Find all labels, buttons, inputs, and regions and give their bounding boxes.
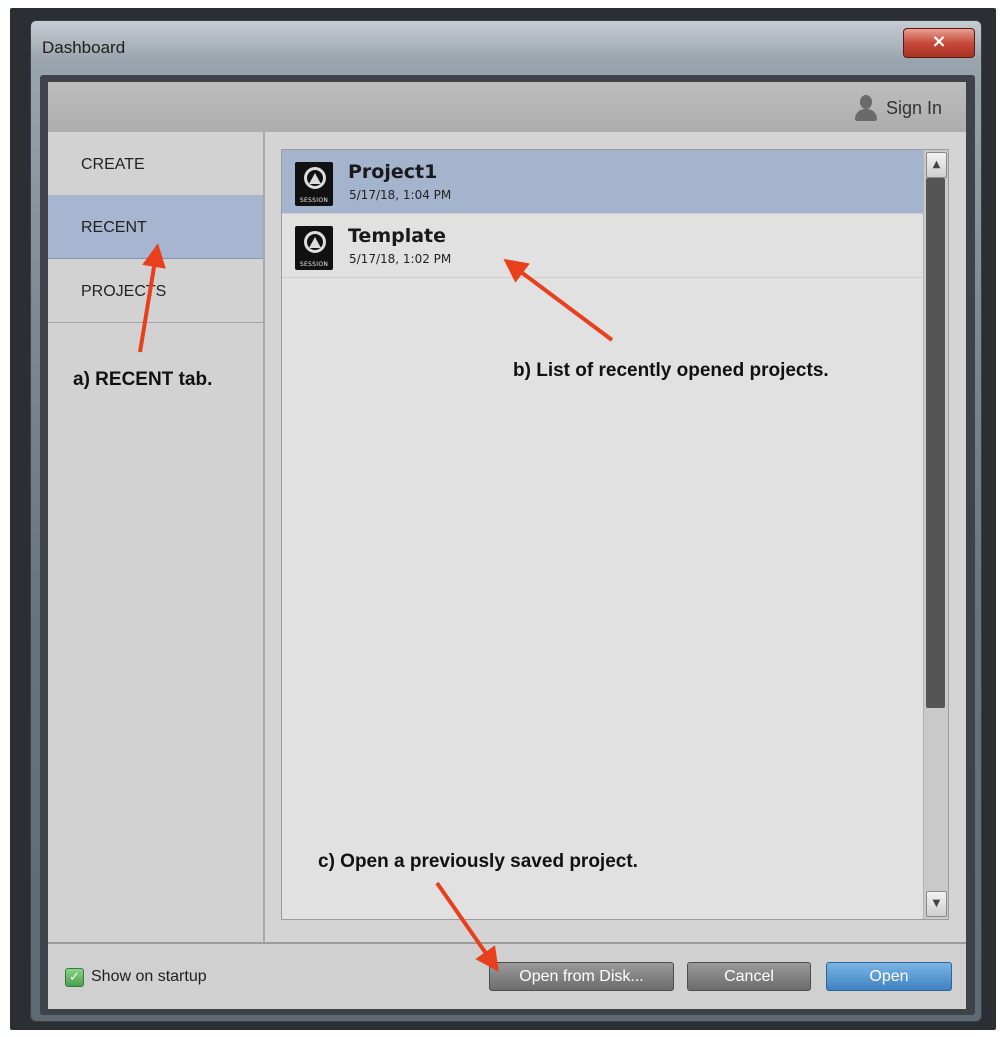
open-from-disk-button[interactable]: Open from Disk...	[489, 962, 674, 991]
annotation-a: a) RECENT tab.	[73, 369, 213, 390]
tab-label: PROJECTS	[81, 283, 167, 300]
footer-bar: ✓ Show on startup Open from Disk... Canc…	[48, 942, 966, 1009]
project-name: Template	[348, 225, 447, 247]
show-on-startup-label: Show on startup	[91, 968, 207, 985]
scroll-down-button[interactable]: ▼	[926, 891, 947, 917]
session-icon-label: SESSION	[299, 261, 329, 268]
close-button[interactable]: ×	[903, 28, 975, 58]
project-date: 5/17/18, 1:02 PM	[349, 252, 452, 266]
session-icon: SESSION	[295, 226, 333, 270]
vertical-scrollbar[interactable]: ▲ ▼	[923, 150, 948, 919]
annotation-b: b) List of recently opened projects.	[513, 360, 829, 381]
show-on-startup-checkbox[interactable]: ✓	[65, 968, 84, 987]
window-title: Dashboard	[42, 38, 126, 57]
annotation-c: c) Open a previously saved project.	[318, 851, 638, 872]
session-icon-label: SESSION	[299, 197, 329, 204]
project-name: Project1	[348, 161, 438, 183]
list-item[interactable]: SESSION Template 5/17/18, 1:02 PM	[282, 214, 923, 278]
cancel-button[interactable]: Cancel	[687, 962, 811, 991]
project-date: 5/17/18, 1:04 PM	[349, 188, 452, 202]
tab-label: CREATE	[81, 156, 145, 173]
close-icon: ×	[931, 31, 947, 52]
checkmark-icon: ✓	[69, 970, 80, 985]
tab-label: RECENT	[81, 219, 147, 236]
list-item[interactable]: SESSION Project1 5/17/18, 1:04 PM	[282, 150, 923, 214]
tab-projects[interactable]: PROJECTS	[48, 259, 263, 323]
user-icon	[854, 95, 878, 121]
sidebar: CREATE RECENT PROJECTS	[48, 132, 265, 942]
session-icon: SESSION	[295, 162, 333, 206]
tab-create[interactable]: CREATE	[48, 132, 263, 196]
scroll-thumb[interactable]	[926, 178, 945, 708]
open-button[interactable]: Open	[826, 962, 952, 991]
chevron-down-icon: ▼	[932, 898, 941, 909]
sign-in-button[interactable]: Sign In	[854, 95, 942, 121]
sign-in-label: Sign In	[885, 97, 942, 118]
scroll-up-button[interactable]: ▲	[926, 152, 947, 178]
chevron-up-icon: ▲	[932, 159, 941, 170]
header-bar: Sign In	[48, 82, 966, 132]
tab-recent[interactable]: RECENT	[48, 195, 263, 259]
recent-projects-list: SESSION Project1 5/17/18, 1:04 PM SESSIO…	[281, 149, 949, 920]
